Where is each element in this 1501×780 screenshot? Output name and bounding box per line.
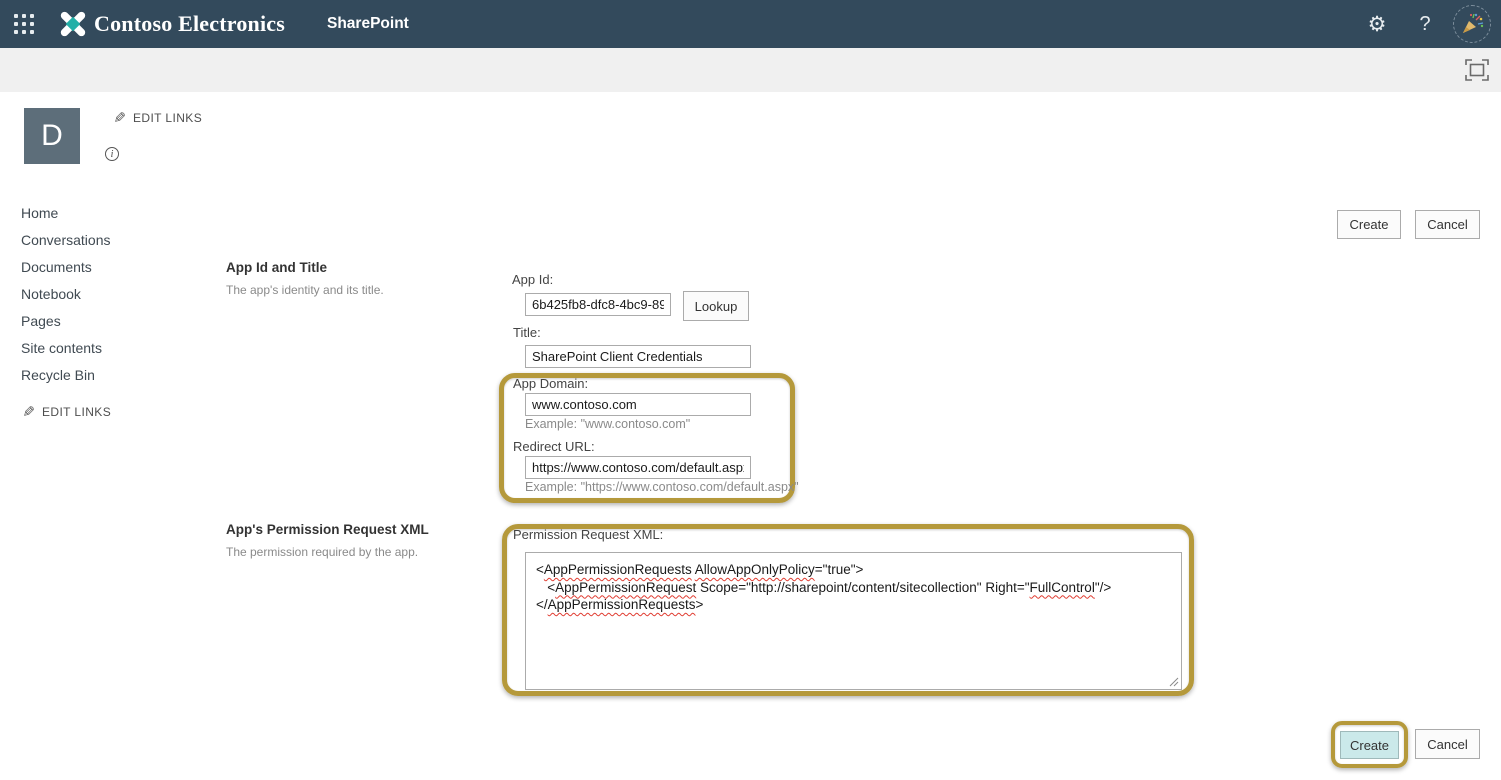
misspelled-token: FullControl: [1030, 580, 1095, 595]
misspelled-token: AppPermissionRequests: [548, 597, 696, 612]
suite-bar: Contoso Electronics SharePoint ⚙ ?: [0, 0, 1501, 48]
sidebar-item-pages[interactable]: Pages: [21, 308, 111, 335]
app-launcher-icon[interactable]: [0, 0, 48, 48]
misspelled-token: AppPermissionRequest: [555, 580, 696, 595]
pencil-icon: ✎: [113, 109, 126, 127]
permission-section-title: App's Permission Request XML: [226, 522, 429, 537]
misspelled-token: AppPermissionRequests: [544, 562, 692, 577]
page-content: D ✎ EDIT LINKS i Home Conversations Docu…: [0, 92, 1501, 780]
info-icon[interactable]: i: [105, 147, 119, 161]
lookup-button[interactable]: Lookup: [683, 291, 749, 321]
create-button-top[interactable]: Create: [1337, 210, 1401, 239]
profile-avatar[interactable]: [1453, 5, 1491, 43]
permission-section-description: The permission required by the app.: [226, 545, 418, 559]
redirect-url-input[interactable]: [525, 456, 751, 479]
title-label: Title:: [513, 325, 541, 340]
focus-mode-icon: [1465, 59, 1489, 81]
site-logo-tile[interactable]: D: [24, 108, 80, 164]
site-initial: D: [41, 119, 63, 153]
gear-icon: ⚙: [1368, 14, 1387, 35]
redirect-url-example: Example: "https://www.contoso.com/defaul…: [525, 480, 799, 494]
sidebar-item-conversations[interactable]: Conversations: [21, 227, 111, 254]
suite-bar-actions: ⚙ ?: [1357, 4, 1501, 44]
app-domain-label: App Domain:: [513, 376, 588, 391]
edit-links-top[interactable]: ✎ EDIT LINKS: [113, 109, 202, 127]
cancel-button-bottom[interactable]: Cancel: [1415, 729, 1480, 759]
cancel-button-top[interactable]: Cancel: [1415, 210, 1480, 239]
edit-links-label: EDIT LINKS: [133, 111, 202, 125]
misspelled-token: AllowAppOnlyPolicy: [695, 562, 815, 577]
edit-links-label: EDIT LINKS: [42, 405, 111, 419]
title-input[interactable]: [525, 345, 751, 368]
brand-logo[interactable]: Contoso Electronics: [58, 9, 285, 39]
app-id-label: App Id:: [512, 272, 553, 287]
pencil-icon: ✎: [22, 403, 35, 421]
identity-section-description: The app's identity and its title.: [226, 283, 384, 297]
edit-links-bottom[interactable]: ✎ EDIT LINKS: [22, 403, 111, 421]
sidebar-nav: Home Conversations Documents Notebook Pa…: [21, 200, 111, 389]
sidebar-item-notebook[interactable]: Notebook: [21, 281, 111, 308]
product-name: SharePoint: [327, 15, 409, 33]
app-domain-example: Example: "www.contoso.com": [525, 417, 690, 431]
resize-grip-icon[interactable]: [1168, 676, 1179, 687]
xml-line-2: <AppPermissionRequest Scope="http://shar…: [536, 580, 1111, 595]
app-id-input[interactable]: [525, 293, 671, 316]
xml-line-1: <AppPermissionRequests AllowAppOnlyPolic…: [536, 562, 863, 577]
app-domain-input[interactable]: [525, 393, 751, 416]
help-icon: ?: [1419, 13, 1430, 36]
contoso-logo-icon: [58, 9, 88, 39]
sidebar-item-site-contents[interactable]: Site contents: [21, 335, 111, 362]
permission-xml-textarea[interactable]: <AppPermissionRequests AllowAppOnlyPolic…: [525, 552, 1182, 690]
permission-xml-label: Permission Request XML:: [513, 527, 663, 542]
focus-mode-button[interactable]: [1465, 59, 1489, 81]
settings-button[interactable]: ⚙: [1357, 4, 1397, 44]
waffle-grid-icon: [14, 14, 34, 34]
command-bar: [0, 48, 1501, 92]
redirect-url-label: Redirect URL:: [513, 439, 595, 454]
brand-name: Contoso Electronics: [94, 11, 285, 37]
create-button-bottom[interactable]: Create: [1340, 731, 1399, 759]
party-popper-icon: [1459, 11, 1485, 37]
xml-line-3: </AppPermissionRequests>: [536, 597, 703, 612]
sidebar-item-home[interactable]: Home: [21, 200, 111, 227]
sidebar-item-documents[interactable]: Documents: [21, 254, 111, 281]
sidebar-item-recycle-bin[interactable]: Recycle Bin: [21, 362, 111, 389]
identity-section-title: App Id and Title: [226, 260, 327, 275]
help-button[interactable]: ?: [1405, 4, 1445, 44]
